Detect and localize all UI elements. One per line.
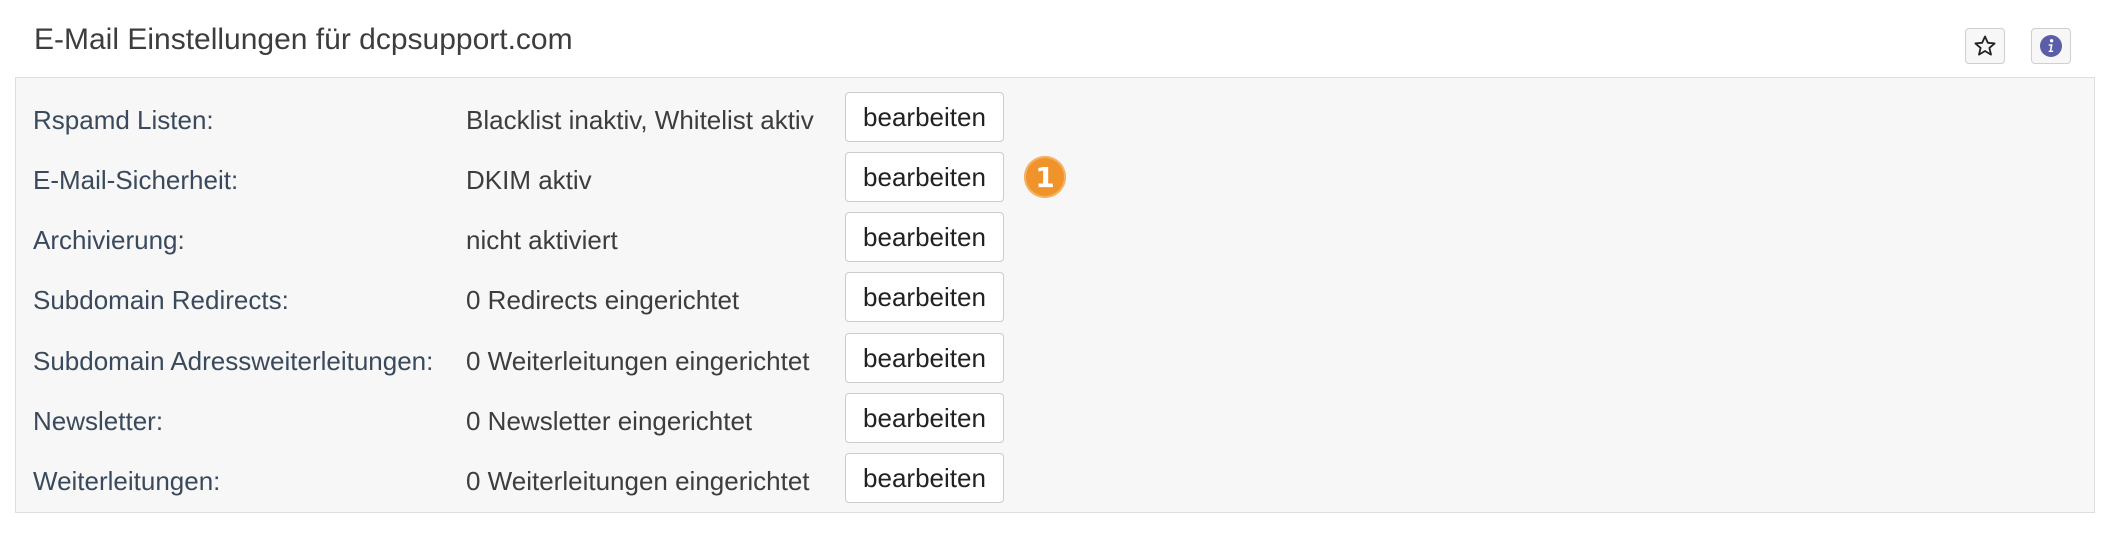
- info-icon: [2040, 35, 2062, 57]
- row-label: Newsletter:: [33, 406, 164, 436]
- row-value: 0 Weiterleitungen eingerichtet: [466, 466, 810, 496]
- edit-email-security-button[interactable]: bearbeiten: [845, 152, 1004, 202]
- row-value: DKIM aktiv: [466, 165, 592, 195]
- row-value: nicht aktiviert: [466, 225, 618, 255]
- row-label: Weiterleitungen:: [33, 466, 221, 496]
- edit-rspamd-button[interactable]: bearbeiten: [845, 92, 1004, 142]
- row-label: Rspamd Listen:: [33, 105, 214, 135]
- row-label: Archivierung:: [33, 225, 185, 255]
- row-value: 0 Weiterleitungen eingerichtet: [466, 346, 810, 376]
- settings-row-forwarding: Weiterleitungen: 0 Weiterleitungen einge…: [16, 453, 2094, 505]
- settings-row-newsletter: Newsletter: 0 Newsletter eingerichtet be…: [16, 393, 2094, 445]
- edit-subdomain-forwarding-button[interactable]: bearbeiten: [845, 333, 1004, 383]
- info-button[interactable]: [2031, 28, 2071, 64]
- page-header: E-Mail Einstellungen für dcpsupport.com: [0, 0, 2114, 78]
- edit-forwarding-button[interactable]: bearbeiten: [845, 453, 1004, 503]
- edit-newsletter-button[interactable]: bearbeiten: [845, 393, 1004, 443]
- settings-panel: Rspamd Listen: Blacklist inaktiv, Whitel…: [15, 77, 2095, 513]
- page-title: E-Mail Einstellungen für dcpsupport.com: [34, 23, 573, 56]
- row-value: 0 Redirects eingerichtet: [466, 285, 740, 315]
- row-value: Blacklist inaktiv, Whitelist aktiv: [466, 105, 814, 135]
- step-marker: 1: [1024, 156, 1066, 198]
- star-icon: [1974, 35, 1996, 56]
- row-value: 0 Newsletter eingerichtet: [466, 406, 753, 436]
- settings-row-rspamd: Rspamd Listen: Blacklist inaktiv, Whitel…: [16, 92, 2094, 144]
- settings-row-subdomain-redirects: Subdomain Redirects: 0 Redirects eingeri…: [16, 272, 2094, 324]
- row-label: Subdomain Adressweiterleitungen:: [33, 346, 434, 376]
- row-label: Subdomain Redirects:: [33, 285, 289, 315]
- favorite-button[interactable]: [1965, 28, 2005, 64]
- settings-row-subdomain-forwarding: Subdomain Adressweiterleitungen: 0 Weite…: [16, 333, 2094, 385]
- settings-row-email-security: E-Mail-Sicherheit: DKIM aktiv bearbeiten…: [16, 152, 2094, 204]
- settings-row-archive: Archivierung: nicht aktiviert bearbeiten: [16, 212, 2094, 264]
- row-label: E-Mail-Sicherheit:: [33, 165, 239, 195]
- edit-archive-button[interactable]: bearbeiten: [845, 212, 1004, 262]
- edit-subdomain-redirects-button[interactable]: bearbeiten: [845, 272, 1004, 322]
